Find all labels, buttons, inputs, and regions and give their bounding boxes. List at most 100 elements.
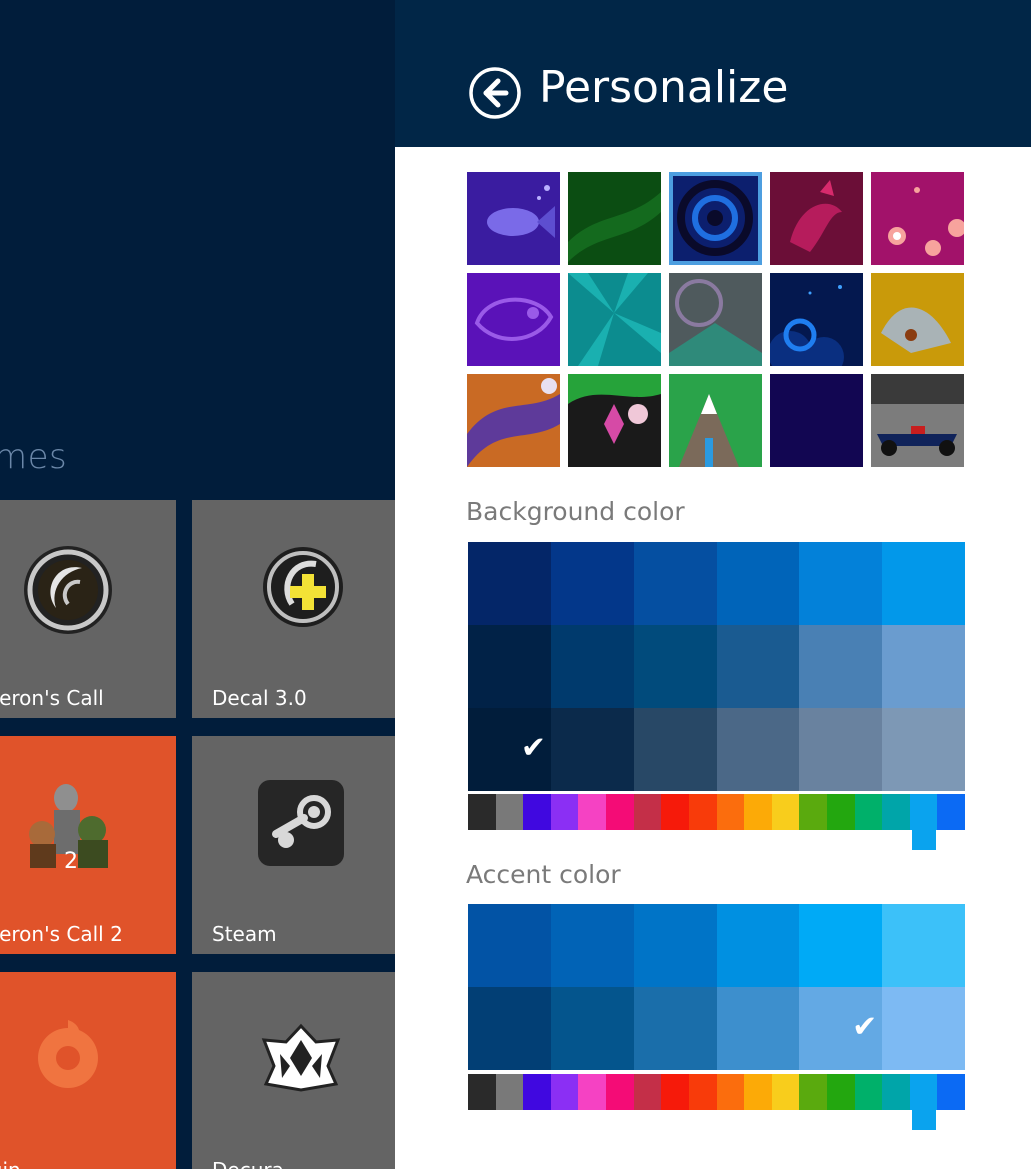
background-hue-segment[interactable] [716,794,745,830]
accent-swatch[interactable] [550,904,634,987]
checkmark-icon: ✔ [520,730,546,765]
pattern-mountain[interactable] [669,374,762,467]
start-screen: mes sheron's Call Decal 3.0 [0,0,395,1169]
accent-hue-segment[interactable] [523,1074,552,1110]
background-swatch[interactable] [716,542,800,625]
tile-desura[interactable]: Decura [192,972,395,1169]
pattern-green-leaves[interactable] [568,172,661,265]
pattern-purple-chameleon[interactable] [467,273,560,366]
background-hue-segment[interactable] [688,794,717,830]
background-hue-segment[interactable] [633,794,662,830]
pattern-blue-swirl[interactable] [669,172,762,265]
background-hue-segment[interactable] [661,794,690,830]
accent-hue-segment[interactable] [826,1074,855,1110]
accent-hue-segment[interactable] [550,1074,579,1110]
accent-swatch[interactable] [716,987,800,1070]
accent-hue-segment[interactable] [799,1074,828,1110]
accent-hue-slider-thumb[interactable] [911,1074,936,1130]
background-swatch[interactable] [716,708,800,791]
pane-header: Personalize [395,0,1031,147]
background-swatch[interactable] [633,625,717,708]
accent-hue-segment[interactable] [744,1074,773,1110]
tile-origin[interactable]: rigin [0,972,176,1169]
pattern-orange-wave[interactable] [467,374,560,467]
pattern-dark-purple[interactable] [770,374,863,467]
tile-label: Decal 3.0 [212,686,307,710]
accent-swatch[interactable] [633,904,717,987]
tile-label: sheron's Call 2 [0,922,123,946]
background-hue-segment[interactable] [495,794,524,830]
accent-hue-segment[interactable] [716,1074,745,1110]
background-hue-segment[interactable] [882,794,911,830]
origin-icon [38,1020,98,1088]
accent-hue-segment[interactable] [882,1074,911,1110]
background-swatch[interactable] [468,542,551,625]
background-hue-segment[interactable] [578,794,607,830]
accent-hue-segment[interactable] [937,1074,966,1110]
background-hue-slider-thumb[interactable] [911,794,936,850]
background-hue-segment[interactable] [744,794,773,830]
pattern-bird[interactable] [770,172,863,265]
background-hue-bar [468,794,966,850]
background-hue-segment[interactable] [606,794,635,830]
accent-hue-segment[interactable] [771,1074,800,1110]
accent-swatch[interactable] [550,987,634,1070]
pattern-race-car[interactable] [871,374,964,467]
pattern-flower-art[interactable] [568,374,661,467]
accent-swatch[interactable] [633,987,717,1070]
pattern-teal-rays[interactable] [568,273,661,366]
accent-hue-segment[interactable] [633,1074,662,1110]
accent-swatch[interactable] [716,904,800,987]
background-swatch[interactable]: ✔ [468,708,551,791]
background-swatch[interactable] [799,708,883,791]
pattern-pink-flowers[interactable] [871,172,964,265]
background-swatch[interactable] [882,625,966,708]
accent-swatch[interactable] [799,904,883,987]
tile-decal[interactable]: Decal 3.0 [192,500,395,718]
svg-text:2: 2 [64,849,78,872]
accent-hue-segment[interactable] [495,1074,524,1110]
background-hue-segment[interactable] [826,794,855,830]
background-swatch[interactable] [550,625,634,708]
background-swatch[interactable] [799,625,883,708]
background-hue-segment[interactable] [799,794,828,830]
accent-hue-segment[interactable] [688,1074,717,1110]
background-hue-segment[interactable] [468,794,496,830]
decal-icon [263,547,343,627]
desura-icon [261,1023,341,1092]
background-swatch[interactable] [716,625,800,708]
background-color-grid: ✔ [468,542,966,791]
background-hue-segment[interactable] [550,794,579,830]
background-swatch[interactable] [882,708,966,791]
back-arrow-icon[interactable] [468,66,522,120]
tile-asherons-call[interactable]: sheron's Call [0,500,176,718]
tile-asherons-call-2[interactable]: 2 sheron's Call 2 [0,736,176,954]
accent-hue-segment[interactable] [606,1074,635,1110]
accent-hue-segment[interactable] [854,1074,883,1110]
accent-swatch[interactable] [468,987,551,1070]
accent-hue-segment[interactable] [468,1074,496,1110]
background-swatch[interactable] [468,625,551,708]
accent-swatch[interactable]: ✔ [799,987,883,1070]
pattern-gray-pattern[interactable] [669,273,762,366]
background-hue-segment[interactable] [771,794,800,830]
accent-hue-segment[interactable] [661,1074,690,1110]
background-swatch[interactable] [882,542,966,625]
background-hue-segment[interactable] [523,794,552,830]
accent-swatch[interactable] [468,904,551,987]
accent-hue-bar [468,1074,966,1130]
pattern-fish[interactable] [467,172,560,265]
pattern-night-clouds[interactable] [770,273,863,366]
pattern-giraffe[interactable] [871,273,964,366]
background-swatch[interactable] [550,542,634,625]
tile-steam[interactable]: Steam [192,736,395,954]
background-swatch[interactable] [633,542,717,625]
accent-hue-segment[interactable] [578,1074,607,1110]
background-hue-segment[interactable] [937,794,966,830]
background-swatch[interactable] [550,708,634,791]
background-swatch[interactable] [633,708,717,791]
accent-swatch[interactable] [882,904,966,987]
background-hue-segment[interactable] [854,794,883,830]
background-swatch[interactable] [799,542,883,625]
accent-swatch[interactable] [882,987,966,1070]
